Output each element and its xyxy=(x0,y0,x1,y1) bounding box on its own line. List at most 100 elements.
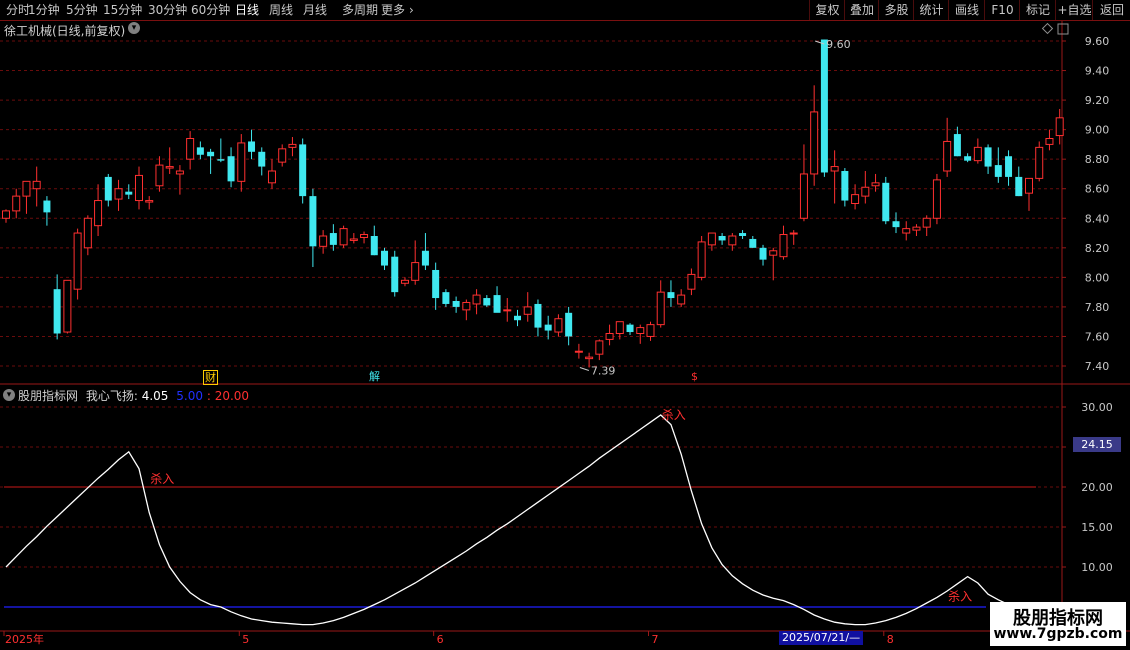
candle-body xyxy=(605,333,614,340)
candle-body xyxy=(483,298,491,306)
candle-body xyxy=(544,324,552,331)
candle-body xyxy=(493,295,501,313)
candle-body xyxy=(646,324,655,337)
candle-body xyxy=(922,217,931,228)
period-tab-1[interactable]: 1分钟 xyxy=(28,0,60,20)
dividend-marker[interactable]: $ xyxy=(690,370,699,383)
watermark-line2: www.7gpzb.com xyxy=(993,626,1123,642)
toolbar-button-8[interactable]: 返回 xyxy=(1092,0,1130,20)
toolbar-button-7[interactable]: +自选 xyxy=(1055,0,1093,20)
price-tick-label: 9.00 xyxy=(1085,124,1110,137)
price-tick-label: 9.60 xyxy=(1085,35,1110,48)
candle-body xyxy=(155,164,164,187)
price-annotation-label: 7.39 xyxy=(591,364,616,377)
candle-body xyxy=(697,241,706,278)
price-tick-label: 9.20 xyxy=(1085,94,1110,107)
period-tab-10[interactable]: 更多 xyxy=(381,0,405,20)
candle-body xyxy=(349,238,358,241)
candle-body xyxy=(994,165,1002,177)
price-tick-label: 7.40 xyxy=(1085,360,1110,373)
candle-body xyxy=(309,196,317,247)
candle-body xyxy=(258,151,266,167)
period-tab-9[interactable]: 多周期 xyxy=(342,0,378,20)
chevron-down-icon[interactable]: ▾ xyxy=(128,22,140,34)
chevron-down-icon[interactable]: ▾ xyxy=(3,389,15,401)
candle-body xyxy=(902,228,911,234)
toolbar-button-0[interactable]: 复权 xyxy=(809,0,845,20)
candle-body xyxy=(841,171,849,201)
candle-body xyxy=(554,318,563,333)
candle-body xyxy=(1055,117,1064,137)
unlock-marker[interactable]: 解 xyxy=(368,370,381,383)
candle-body xyxy=(953,134,961,157)
candle-body xyxy=(43,200,51,213)
period-tab-0[interactable]: 分时 xyxy=(6,0,30,20)
candle-body xyxy=(973,146,982,162)
candle-body xyxy=(12,195,21,212)
candle-body xyxy=(339,228,348,246)
indicator-name: 我心飞扬: xyxy=(85,389,138,403)
candle-body xyxy=(636,327,645,335)
diamond-icon xyxy=(1041,22,1054,35)
indicator-sep: : xyxy=(206,389,211,403)
candle-body xyxy=(278,148,287,163)
period-tab-6[interactable]: 日线 xyxy=(235,0,259,20)
x-tick-label: 6 xyxy=(437,633,444,646)
candle-body xyxy=(360,234,369,238)
toolbar-button-5[interactable]: F10 xyxy=(984,0,1020,20)
candle-body xyxy=(391,256,399,293)
candle-body xyxy=(810,111,819,175)
candle-body xyxy=(217,159,225,161)
period-tab-2[interactable]: 5分钟 xyxy=(66,0,98,20)
candle-body xyxy=(237,142,246,182)
candle-body xyxy=(595,340,604,355)
candle-body xyxy=(2,210,10,219)
candle-body xyxy=(104,176,112,201)
indicator-tick-label: 30.00 xyxy=(1081,401,1113,414)
price-tick-label: 8.60 xyxy=(1085,183,1110,196)
candle-body xyxy=(207,151,215,157)
candle-body xyxy=(523,306,532,315)
candle-body xyxy=(432,269,440,299)
x-tick-label: 5 xyxy=(242,633,249,646)
indicator-value: 4.05 xyxy=(141,389,169,403)
signal-label: 杀入 xyxy=(150,471,174,486)
period-tab-4[interactable]: 30分钟 xyxy=(148,0,187,20)
toolbar-button-6[interactable]: 标记 xyxy=(1019,0,1056,20)
candle-body xyxy=(134,174,143,202)
candle-body xyxy=(319,235,328,247)
candle-body xyxy=(175,170,184,175)
indicator-source: 股朋指标网 xyxy=(18,389,79,403)
candle-body xyxy=(53,289,61,334)
panel-toggle-icon xyxy=(1057,23,1069,35)
period-tab-8[interactable]: 月线 xyxy=(303,0,327,20)
toolbar-button-2[interactable]: 多股 xyxy=(878,0,914,20)
candle-body xyxy=(63,279,72,333)
x-tick-label: 7 xyxy=(651,633,658,646)
candle-body xyxy=(94,200,103,227)
candle-body xyxy=(667,292,675,299)
candle-body xyxy=(370,236,378,256)
period-tab-3[interactable]: 15分钟 xyxy=(103,0,142,20)
candle-body xyxy=(462,301,471,311)
candle-body xyxy=(186,138,195,160)
candle-body xyxy=(769,250,778,256)
chevron-right-icon[interactable]: › xyxy=(409,0,414,20)
candle-body xyxy=(400,279,409,284)
finance-marker[interactable]: 财 xyxy=(203,370,218,385)
signal-label: 杀入 xyxy=(662,407,686,422)
candle-body xyxy=(943,140,952,172)
price-tick-label: 7.80 xyxy=(1085,301,1110,314)
stock-title: 徐工机械(日线,前复权) xyxy=(4,24,126,38)
candle-body xyxy=(585,356,594,360)
candle-body xyxy=(125,191,133,195)
indicator-line xyxy=(5,414,1029,626)
candle-body xyxy=(32,180,41,190)
period-tab-7[interactable]: 周线 xyxy=(269,0,293,20)
toolbar-button-4[interactable]: 画线 xyxy=(948,0,985,20)
toolbar-button-3[interactable]: 统计 xyxy=(913,0,949,20)
period-tab-5[interactable]: 60分钟 xyxy=(191,0,230,20)
candle-body xyxy=(687,273,696,290)
toolbar-button-1[interactable]: 叠加 xyxy=(844,0,879,20)
candle-body xyxy=(442,292,450,304)
